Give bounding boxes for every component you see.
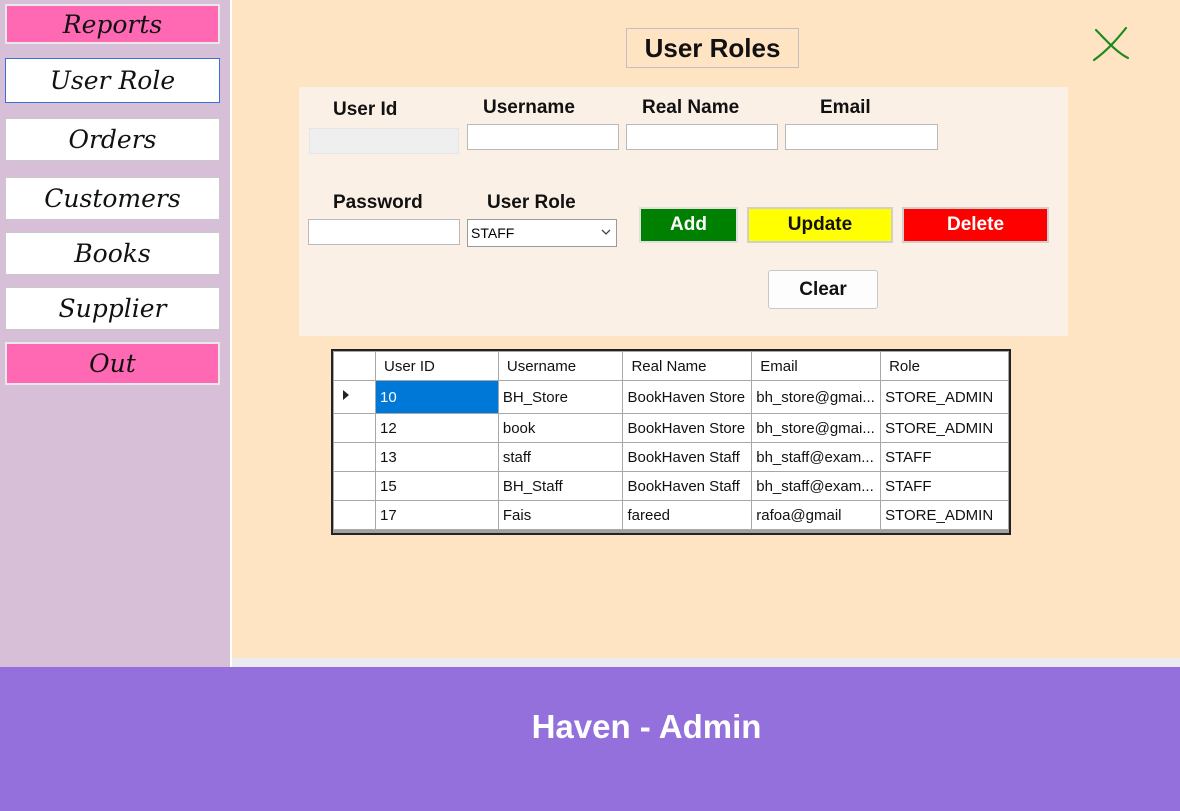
password-field[interactable] bbox=[308, 219, 460, 245]
table-cell[interactable]: book bbox=[497, 413, 624, 443]
table-row[interactable]: 10 BH_Store BookHaven Store bh_store@gma… bbox=[333, 380, 1009, 414]
row-header[interactable] bbox=[333, 442, 376, 472]
column-header[interactable]: Real Name bbox=[622, 351, 753, 381]
column-header[interactable]: Email bbox=[751, 351, 882, 381]
user-role-selected-value: STAFF bbox=[471, 225, 515, 241]
table-row[interactable]: 17 Fais fareed rafoa@gmail STORE_ADMIN bbox=[333, 500, 1009, 530]
table-cell[interactable]: STORE_ADMIN bbox=[880, 380, 1009, 414]
divider bbox=[232, 658, 1180, 667]
column-header[interactable]: Role bbox=[880, 351, 1009, 381]
table-row[interactable]: 15 BH_Staff BookHaven Staff bh_staff@exa… bbox=[333, 471, 1009, 501]
user-role-label: User Role bbox=[487, 192, 576, 213]
user-id-label: User Id bbox=[333, 99, 398, 120]
row-header[interactable] bbox=[333, 380, 376, 414]
table-cell[interactable]: bh_staff@exam... bbox=[751, 442, 882, 472]
user-role-select[interactable]: STAFF bbox=[467, 219, 617, 247]
table-cell[interactable]: BookHaven Store bbox=[622, 380, 753, 414]
table-cell[interactable]: BH_Store bbox=[497, 380, 624, 414]
real-name-label: Real Name bbox=[642, 97, 740, 118]
table-cell[interactable]: STAFF bbox=[880, 442, 1009, 472]
table-cell[interactable]: STORE_ADMIN bbox=[880, 500, 1009, 530]
table-cell[interactable]: STAFF bbox=[880, 471, 1009, 501]
sidebar: Reports User Role Orders Customers Books… bbox=[0, 0, 230, 667]
close-x-icon[interactable] bbox=[1090, 22, 1134, 66]
row-pointer-icon bbox=[343, 390, 349, 400]
real-name-field[interactable] bbox=[626, 124, 778, 150]
table-cell[interactable]: BH_Staff bbox=[497, 471, 624, 501]
table-cell[interactable]: 17 bbox=[375, 500, 499, 530]
table-cell[interactable]: bh_staff@exam... bbox=[751, 471, 882, 501]
table-cell[interactable]: STORE_ADMIN bbox=[880, 413, 1009, 443]
delete-button[interactable]: Delete bbox=[902, 207, 1049, 243]
chevron-down-icon bbox=[601, 229, 611, 235]
user-id-field[interactable] bbox=[309, 128, 459, 154]
table-cell[interactable]: 10 bbox=[375, 380, 499, 414]
table-cell[interactable]: bh_store@gmai... bbox=[751, 413, 882, 443]
row-header[interactable] bbox=[333, 413, 376, 443]
clear-button[interactable]: Clear bbox=[768, 270, 878, 309]
table-cell[interactable]: staff bbox=[497, 442, 624, 472]
row-header-corner bbox=[333, 351, 376, 381]
table-row[interactable]: 13 staff BookHaven Staff bh_staff@exam..… bbox=[333, 442, 1009, 472]
grid-header-row: User ID Username Real Name Email Role bbox=[333, 351, 1009, 381]
table-cell[interactable]: rafoa@gmail bbox=[751, 500, 882, 530]
column-header[interactable]: User ID bbox=[375, 351, 499, 381]
sidebar-item-user-role[interactable]: User Role bbox=[5, 58, 220, 103]
table-cell[interactable]: BookHaven Staff bbox=[622, 471, 753, 501]
row-header[interactable] bbox=[333, 471, 376, 501]
email-field[interactable] bbox=[785, 124, 938, 150]
email-label: Email bbox=[820, 97, 871, 118]
table-cell[interactable]: fareed bbox=[622, 500, 753, 530]
page-title: User Roles bbox=[626, 28, 799, 68]
table-cell[interactable]: 12 bbox=[375, 413, 499, 443]
sidebar-item-out[interactable]: Out bbox=[5, 342, 220, 385]
column-header[interactable]: Username bbox=[497, 351, 624, 381]
sidebar-item-books[interactable]: Books bbox=[5, 232, 220, 275]
table-row[interactable]: 12 book BookHaven Store bh_store@gmai...… bbox=[333, 413, 1009, 443]
table-cell[interactable]: 13 bbox=[375, 442, 499, 472]
users-grid[interactable]: User ID Username Real Name Email Role 10… bbox=[331, 349, 1011, 535]
sidebar-item-supplier[interactable]: Supplier bbox=[5, 287, 220, 330]
username-label: Username bbox=[483, 97, 575, 118]
table-cell[interactable]: 15 bbox=[375, 471, 499, 501]
table-cell[interactable]: bh_store@gmai... bbox=[751, 380, 882, 414]
table-cell[interactable]: BookHaven Store bbox=[622, 413, 753, 443]
row-header[interactable] bbox=[333, 500, 376, 530]
update-button[interactable]: Update bbox=[747, 207, 893, 243]
table-cell[interactable]: BookHaven Staff bbox=[622, 442, 753, 472]
password-label: Password bbox=[333, 192, 423, 213]
sidebar-item-reports[interactable]: Reports bbox=[5, 4, 220, 44]
table-cell[interactable]: Fais bbox=[497, 500, 624, 530]
sidebar-item-customers[interactable]: Customers bbox=[5, 177, 220, 220]
sidebar-item-orders[interactable]: Orders bbox=[5, 118, 220, 161]
username-field[interactable] bbox=[467, 124, 619, 150]
footer-title: Haven - Admin bbox=[531, 708, 762, 745]
add-button[interactable]: Add bbox=[639, 207, 738, 243]
